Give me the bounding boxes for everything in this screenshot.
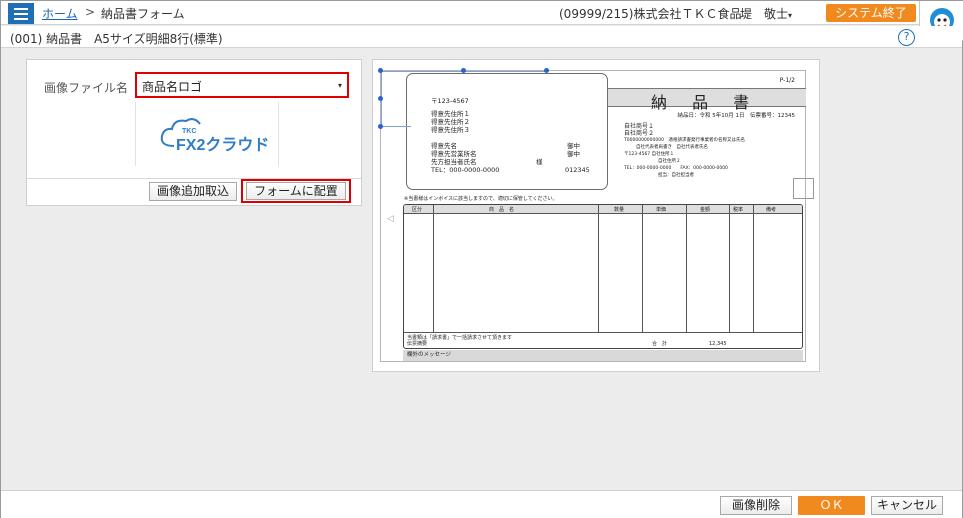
system-exit-button[interactable]: システム終了 <box>826 4 916 22</box>
column-divider <box>753 205 754 332</box>
customer-tel: TEL：000-0000-0000 <box>431 166 500 174</box>
representative: 自社代表者肩書き 自社代表者氏名 <box>636 145 708 150</box>
selection-guide <box>381 126 411 127</box>
footer-bar: 画像削除 ＯＫ キャンセル <box>1 490 962 518</box>
customer-code: 012345 <box>565 166 590 174</box>
page-number: P-1/2 <box>779 77 795 84</box>
detail-table-header: 区分 商 品 名 数量 単価 金額 税率 備考 <box>404 205 802 214</box>
help-icon[interactable]: ? <box>898 29 915 46</box>
footer-note-2: 伝票摘要 <box>407 341 428 347</box>
sama-label: 様 <box>536 158 543 166</box>
company-name: (09999/215)株式会社ＴＫＣ食品 <box>559 7 742 21</box>
image-preview: TKC FX2クラウド <box>135 102 279 166</box>
customer-address-3: 得意先住所３ <box>431 126 470 134</box>
delete-image-button[interactable]: 画像削除 <box>720 496 792 515</box>
invoice-form-canvas[interactable]: P-1/2 納 品 書 納品日：令和 5年10月 1日 伝票番号：12345 自… <box>378 68 814 362</box>
company-info-block[interactable]: 自社商号１ 自社商号２ T0000000000000 適格請求書発行事業者の名称… <box>624 123 745 179</box>
total-label: 合 計 <box>652 341 668 347</box>
user-name: 堤 敬士 <box>740 7 789 21</box>
scroll-left-icon[interactable]: ◁ <box>387 214 394 224</box>
app-window: ホーム > 納品書フォーム (09999/215)株式会社ＴＫＣ食品 堤 敬士▾… <box>0 0 963 518</box>
detail-table[interactable]: 区分 商 品 名 数量 単価 金額 税率 備考 当書類は「請求書」で一括請求させ… <box>403 204 803 349</box>
image-file-select[interactable]: 商品名ロゴ ▾ <box>135 72 349 98</box>
image-file-value: 商品名ロゴ <box>142 80 203 94</box>
top-bar: ホーム > 納品書フォーム (09999/215)株式会社ＴＫＣ食品 堤 敬士▾… <box>1 1 963 41</box>
column-divider <box>729 205 730 332</box>
detail-table-footer: 当書類は「請求書」で一括請求させて頂きます 伝票摘要 合 計 12,345 <box>404 332 802 348</box>
cancel-button[interactable]: キャンセル <box>871 496 943 515</box>
fx2-cloud-logo: TKC FX2クラウド <box>160 118 269 154</box>
breadcrumb-current: 納品書フォーム <box>101 7 185 21</box>
place-on-form-button[interactable]: フォームに配置 <box>246 182 346 200</box>
footer-notes: 当書類は「請求書」で一括請求させて頂きます 伝票摘要 <box>407 335 512 347</box>
resize-handle[interactable] <box>378 124 383 129</box>
logo-main-text: FX2クラウド <box>176 136 269 154</box>
column-divider <box>433 205 434 332</box>
col-unit-price: 単価 <box>656 207 667 213</box>
company-name-1: 自社商号１ <box>624 123 655 130</box>
resize-handle[interactable] <box>544 68 549 73</box>
breadcrumb-home-link[interactable]: ホーム <box>42 5 78 22</box>
ok-button[interactable]: ＯＫ <box>798 496 865 515</box>
document-title: 納 品 書 <box>651 93 760 112</box>
form-title: (001) 納品書 A5サイズ明細8行(標準) <box>10 32 223 46</box>
registration-number: T0000000000000 適格請求書発行事業者の名称又は氏名 <box>624 138 745 143</box>
company-name-2: 自社商号２ <box>624 130 655 137</box>
column-divider <box>686 205 687 332</box>
company-staff: 担当：自社担当者 <box>658 173 694 178</box>
customer-postal: 〒123-4567 <box>431 97 469 105</box>
date-line: 納品日：令和 5年10月 1日 伝票番号：12345 <box>677 113 796 119</box>
customer-address-block[interactable]: 〒123-4567 得意先住所１ 得意先住所２ 得意先住所３ 得意先名 得意先営… <box>406 73 608 190</box>
form-preview-panel: P-1/2 納 品 書 納品日：令和 5年10月 1日 伝票番号：12345 自… <box>372 59 820 372</box>
col-remarks: 備考 <box>766 207 777 213</box>
dropdown-arrow-icon: ▾ <box>337 81 342 90</box>
resize-handle[interactable] <box>461 68 466 73</box>
column-divider <box>642 205 643 332</box>
add-image-button[interactable]: 画像追加取込 <box>149 182 237 201</box>
company-address-2: 自社住所２ <box>658 159 681 164</box>
col-amount: 金額 <box>700 207 711 213</box>
image-panel: 画像ファイル名 商品名ロゴ ▾ TKC FX2クラウド 画像追加取込 フォームに… <box>26 59 362 206</box>
seal-box[interactable] <box>793 178 814 199</box>
hamburger-menu-icon[interactable] <box>8 3 34 24</box>
invoice-notice: ※当書様はインボイスに該当しますので、適切に保管してください。 <box>404 196 558 202</box>
resize-handle[interactable] <box>378 96 383 101</box>
col-category: 区分 <box>412 207 423 213</box>
col-product: 商 品 名 <box>489 207 515 213</box>
outside-message[interactable]: 欄外のメッセージ <box>403 350 803 361</box>
total-value: 12,345 <box>709 341 727 347</box>
company-postal-address: 〒123-4567 自社住所１ <box>624 152 675 157</box>
col-quantity: 数量 <box>614 207 625 213</box>
image-file-label: 画像ファイル名 <box>44 81 129 95</box>
logo-tkc-text: TKC <box>182 128 196 135</box>
resize-handle[interactable] <box>378 68 383 73</box>
place-button-highlight: フォームに配置 <box>241 179 351 203</box>
column-divider <box>598 205 599 332</box>
col-tax-rate: 税率 <box>733 207 744 213</box>
chevron-down-icon: ▾ <box>788 11 793 20</box>
company-tel-fax: TEL：000-0000-0000 FAX：000-0000-0000 <box>624 166 728 171</box>
breadcrumb-separator: > <box>85 5 96 19</box>
onchu-label-2: 御中 <box>567 150 580 158</box>
user-menu[interactable]: 堤 敬士▾ <box>740 5 792 22</box>
sub-header: (001) 納品書 A5サイズ明細8行(標準) ? <box>1 26 962 48</box>
